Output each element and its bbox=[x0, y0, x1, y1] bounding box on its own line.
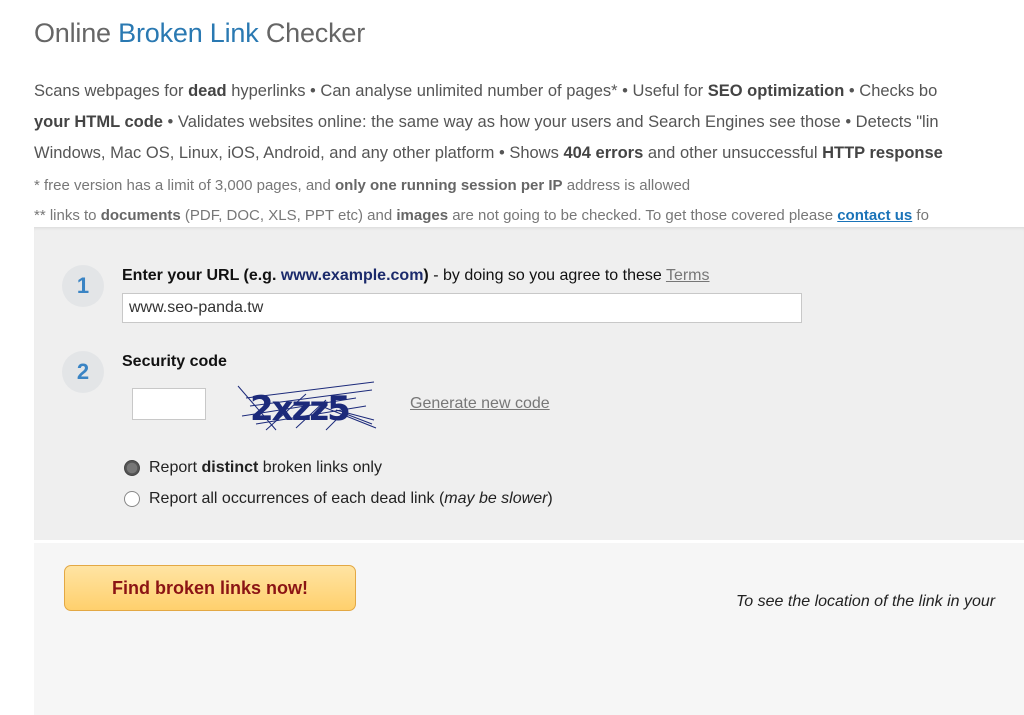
note-bold: only one running session per IP bbox=[335, 177, 563, 194]
feature-text: • Validates websites online: the same wa… bbox=[162, 113, 939, 131]
radio-distinct[interactable] bbox=[124, 460, 140, 476]
feature-highlight: your HTML code bbox=[34, 113, 163, 131]
feature-highlight: 404 errors bbox=[563, 144, 644, 162]
feature-text: hyperlinks • Can analyse unlimited numbe… bbox=[226, 82, 708, 100]
page-title: Online Broken Link Checker bbox=[34, 18, 365, 49]
url-label-text: Enter your URL (e.g. bbox=[122, 267, 281, 284]
option-all-occurrences[interactable]: Report all occurrences of each dead link… bbox=[124, 490, 553, 508]
terms-link[interactable]: Terms bbox=[666, 267, 710, 284]
url-label: Enter your URL (e.g. www.example.com) - … bbox=[122, 267, 710, 285]
note-text: address is allowed bbox=[562, 177, 691, 194]
footnotes: * free version has a limit of 3,000 page… bbox=[34, 171, 929, 231]
url-example: www.example.com bbox=[280, 267, 424, 284]
note-text: ** links to bbox=[34, 207, 101, 224]
feature-line-2: your HTML code • Validates websites onli… bbox=[34, 107, 1024, 138]
feature-description: Scans webpages for dead hyperlinks • Can… bbox=[34, 76, 1024, 169]
option-distinct-label: Report distinct broken links only bbox=[149, 459, 382, 477]
feature-highlight: SEO optimization bbox=[707, 82, 845, 100]
feature-highlight: dead bbox=[188, 82, 227, 100]
option-all-label: Report all occurrences of each dead link… bbox=[149, 490, 553, 508]
find-broken-links-button[interactable]: Find broken links now! bbox=[64, 565, 356, 611]
option-distinct-links[interactable]: Report distinct broken links only bbox=[124, 459, 382, 477]
note-bold: documents bbox=[100, 207, 181, 224]
captcha-image: 2xzz5 bbox=[237, 381, 377, 431]
step-2-badge: 2 bbox=[62, 351, 104, 393]
location-hint-text: To see the location of the link in your bbox=[736, 593, 996, 610]
url-label-rest: - by doing so you agree to these bbox=[428, 267, 666, 284]
note-text: are not going to be checked. To get thos… bbox=[448, 207, 838, 224]
option-text: Report all occurrences of each dead link… bbox=[149, 490, 445, 507]
feature-line-1: Scans webpages for dead hyperlinks • Can… bbox=[34, 76, 1024, 107]
form-panel: 1 Enter your URL (e.g. www.example.com) … bbox=[34, 227, 1024, 540]
step-1-badge: 1 bbox=[62, 265, 104, 307]
option-bold: distinct bbox=[201, 459, 259, 476]
option-text: ) bbox=[547, 490, 553, 507]
title-part: Online bbox=[34, 18, 119, 48]
option-text: Report bbox=[149, 459, 202, 476]
option-text: broken links only bbox=[258, 459, 382, 476]
security-code-input[interactable] bbox=[132, 388, 206, 420]
radio-all-occurrences[interactable] bbox=[124, 491, 140, 507]
footnote-limit: * free version has a limit of 3,000 page… bbox=[34, 171, 929, 201]
title-accent: Broken Link bbox=[118, 18, 259, 48]
feature-text: Windows, Mac OS, Linux, iOS, Android, an… bbox=[34, 144, 564, 162]
feature-line-3: Windows, Mac OS, Linux, iOS, Android, an… bbox=[34, 138, 1024, 169]
note-text: * free version has a limit of 3,000 page… bbox=[34, 177, 336, 194]
note-text: fo bbox=[912, 207, 929, 224]
captcha-text: 2xzz5 bbox=[250, 389, 349, 429]
feature-text: Scans webpages for bbox=[34, 82, 189, 100]
option-italic: may be slower bbox=[444, 490, 548, 507]
generate-new-code-link[interactable]: Generate new code bbox=[410, 395, 550, 413]
feature-text: • Checks bo bbox=[844, 82, 938, 100]
feature-text: and other unsuccessful bbox=[643, 144, 823, 162]
action-panel: Find broken links now! To see the locati… bbox=[34, 543, 1024, 715]
title-part: Checker bbox=[258, 18, 365, 48]
security-code-label: Security code bbox=[122, 353, 227, 370]
note-text: (PDF, DOC, XLS, PPT etc) and bbox=[180, 207, 397, 224]
note-bold: images bbox=[396, 207, 449, 224]
url-input[interactable] bbox=[122, 293, 802, 323]
feature-highlight: HTTP response bbox=[822, 144, 943, 162]
contact-us-link[interactable]: contact us bbox=[837, 207, 912, 224]
